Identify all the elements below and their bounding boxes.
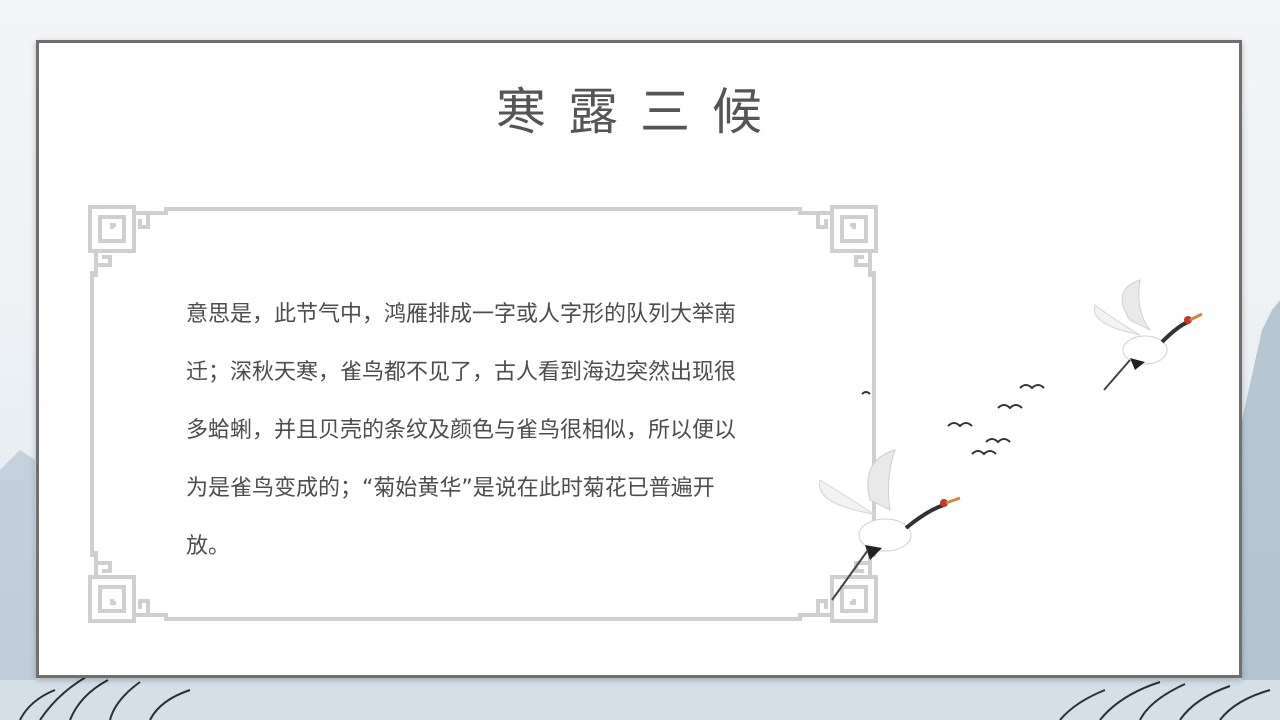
flying-bird	[971, 450, 997, 456]
flying-bird	[985, 438, 1011, 444]
flying-bird	[997, 404, 1023, 410]
flying-bird	[947, 422, 973, 428]
body-paragraph: 意思是，此节气中，鸿雁排成一字或人字形的队列大举南迁；深秋天寒，雀鸟都不见了，古…	[186, 302, 737, 559]
left-mountain	[0, 450, 36, 720]
fret-corner-ornament	[88, 205, 168, 277]
right-mountain	[1242, 300, 1280, 720]
flying-bird	[861, 391, 871, 395]
red-crowned-crane	[818, 449, 961, 601]
bottom-water	[0, 680, 1280, 720]
cranes-illustration	[818, 279, 1203, 601]
fret-corner-ornament	[88, 551, 168, 623]
flying-bird	[1019, 384, 1045, 390]
red-crowned-crane	[1093, 279, 1203, 391]
page-title: 寒露三候	[496, 83, 784, 141]
